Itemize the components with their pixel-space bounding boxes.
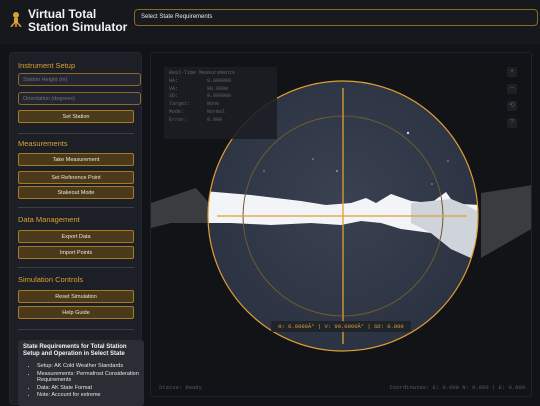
- readout-row: Mode: Normal: [169, 109, 272, 117]
- star: [431, 183, 433, 185]
- star: [406, 131, 410, 135]
- top-bar: Virtual Total Station Simulator Select S…: [0, 0, 540, 44]
- export-data-button[interactable]: Export Data: [18, 230, 134, 243]
- instrument-setup-title: Instrument Setup: [18, 61, 76, 70]
- requirements-title: State Requirements for Total Station Set…: [23, 344, 127, 357]
- readout-row: VA: 90.0000: [169, 86, 272, 94]
- angle-readout: H: 0.0000Â° | V: 90.0000Â° | SD: 0.000: [271, 321, 411, 332]
- zoom-in-button[interactable]: +: [507, 67, 517, 77]
- requirements-list: Setup: AK Cold Weather Standards Measure…: [23, 363, 139, 399]
- readout-row: SD: 0.000000: [169, 93, 272, 101]
- readout-value: 0.000000: [207, 93, 232, 100]
- divider: [18, 133, 134, 134]
- zoom-out-button[interactable]: −: [507, 84, 517, 94]
- app-logo-icon: [10, 12, 22, 27]
- app-title: Virtual Total Station Simulator: [28, 7, 128, 34]
- reset-view-button[interactable]: ⟲: [507, 101, 517, 111]
- measurement-readout-panel: Real-Time Measurements HA: 0.000000 VA: 90…: [164, 67, 277, 139]
- readout-label: Mode:: [169, 108, 185, 115]
- view-help-button[interactable]: ?: [507, 118, 517, 128]
- requirement-item: Setup: AK Cold Weather Standards: [37, 363, 139, 370]
- measurements-title: Measurements: [18, 139, 68, 148]
- divider: [18, 207, 134, 208]
- readout-title: Real-Time Measurements: [169, 70, 236, 76]
- readout-label: Error:: [169, 116, 188, 123]
- readout-label: HA:: [169, 77, 179, 84]
- station-height-input[interactable]: [18, 73, 141, 86]
- data-management-title: Data Management: [18, 215, 80, 224]
- readout-value: None: [207, 101, 220, 108]
- stakeout-mode-button[interactable]: Stakeout Mode: [18, 186, 134, 199]
- readout-value: 0.000000: [207, 77, 232, 84]
- star: [447, 160, 449, 162]
- orientation-input[interactable]: [18, 92, 141, 105]
- readout-row: HA: 0.000000: [169, 78, 272, 86]
- import-points-button[interactable]: Import Points: [18, 246, 134, 259]
- coordinates-text: Coordinates: E: 0.000 N: 0.000 | E: 0.00…: [389, 384, 525, 391]
- state-requirements-panel: State Requirements for Total Station Set…: [18, 340, 144, 406]
- divider: [18, 267, 134, 268]
- telescope-viewport[interactable]: Real-Time Measurements HA: 0.000000 VA: 90…: [150, 52, 532, 397]
- readout-label: Target:: [169, 101, 191, 108]
- readout-value: 90.0000: [207, 85, 229, 92]
- readout-row: Error: 0.000: [169, 117, 272, 125]
- status-text: Status: Ready: [159, 384, 202, 391]
- reset-simulation-button[interactable]: Reset Simulation: [18, 290, 134, 303]
- set-reference-point-button[interactable]: Set Reference Point: [18, 171, 134, 184]
- simulation-controls-title: Simulation Controls: [18, 275, 84, 284]
- readout-value: Normal: [207, 108, 226, 115]
- readout-row: Target: None: [169, 101, 272, 109]
- requirement-item: Data: AK State Format: [37, 385, 139, 392]
- state-requirements-select[interactable]: Select State Requirements: [134, 9, 538, 26]
- set-station-button[interactable]: Set Station: [18, 110, 134, 123]
- readout-label: SD:: [169, 93, 179, 100]
- requirement-item: Measurements: Permafrost Consideration R…: [37, 371, 139, 384]
- divider: [18, 329, 134, 330]
- take-measurement-button[interactable]: Take Measurement: [18, 153, 134, 166]
- sidebar: Instrument Setup Set Station Measurement…: [9, 52, 144, 406]
- star: [336, 170, 338, 172]
- readout-label: VA:: [169, 85, 179, 92]
- help-guide-button[interactable]: Help Guide: [18, 306, 134, 319]
- star: [263, 170, 265, 172]
- requirement-item: Note: Account for extreme: [37, 392, 139, 399]
- star: [312, 158, 314, 160]
- readout-value: 0.000: [207, 116, 223, 123]
